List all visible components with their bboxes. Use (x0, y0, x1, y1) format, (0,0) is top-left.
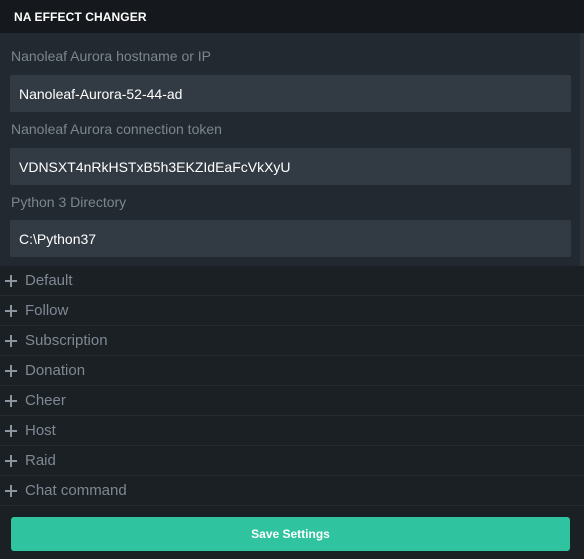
plus-icon (5, 484, 17, 497)
accordion-item-chat-command[interactable]: Chat command (0, 476, 584, 506)
token-input[interactable] (10, 148, 571, 185)
python-directory-input[interactable] (10, 220, 571, 257)
hostname-label: Nanoleaf Aurora hostname or IP (11, 48, 212, 64)
python-directory-label: Python 3 Directory (11, 194, 127, 210)
app-header: NA EFFECT CHANGER (0, 0, 584, 33)
plus-icon (5, 304, 17, 317)
accordion-label: Follow (25, 302, 69, 319)
accordion-label: Donation (25, 362, 86, 379)
plus-icon (5, 334, 17, 347)
plus-icon (5, 364, 17, 377)
accordion-item-default[interactable]: Default (0, 266, 584, 296)
plus-icon (5, 394, 17, 407)
accordion-item-host[interactable]: Host (0, 416, 584, 446)
hostname-input[interactable] (10, 75, 571, 112)
footer: Save Settings (0, 506, 584, 559)
accordion-label: Chat command (25, 482, 127, 499)
accordion-label: Raid (25, 452, 56, 469)
accordion-item-follow[interactable]: Follow (0, 296, 584, 326)
page-title: NA EFFECT CHANGER (14, 9, 147, 24)
event-accordion: Default Follow Subscription Donation Che… (0, 266, 584, 506)
accordion-item-raid[interactable]: Raid (0, 446, 584, 476)
accordion-item-cheer[interactable]: Cheer (0, 386, 584, 416)
accordion-item-donation[interactable]: Donation (0, 356, 584, 386)
accordion-label: Default (25, 272, 73, 289)
accordion-label: Cheer (25, 392, 66, 409)
connection-settings-panel: Nanoleaf Aurora hostname or IP Nanoleaf … (0, 33, 580, 266)
plus-icon (5, 454, 17, 467)
plus-icon (5, 274, 17, 287)
token-label: Nanoleaf Aurora connection token (11, 121, 222, 137)
scrollbar[interactable] (580, 33, 584, 266)
save-settings-button[interactable]: Save Settings (11, 517, 570, 551)
accordion-label: Host (25, 422, 56, 439)
accordion-label: Subscription (25, 332, 108, 349)
accordion-item-subscription[interactable]: Subscription (0, 326, 584, 356)
plus-icon (5, 424, 17, 437)
